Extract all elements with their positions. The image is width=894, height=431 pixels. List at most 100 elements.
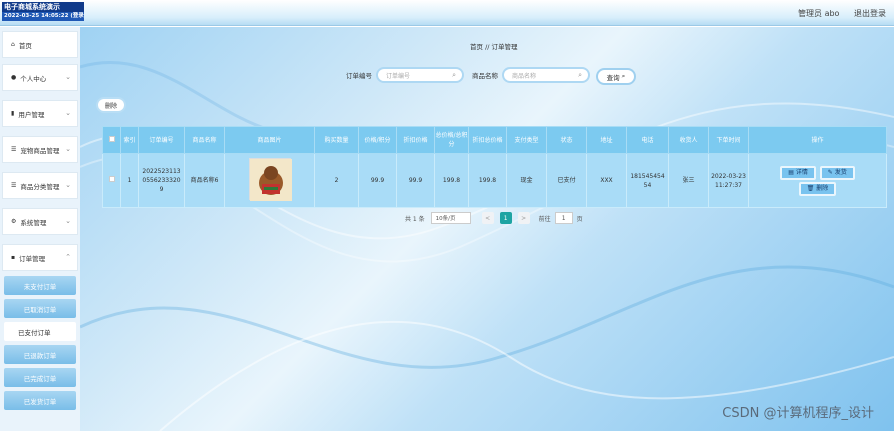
sidebar-item-profile[interactable]: ● 个人中心 ⌄: [2, 64, 78, 91]
breadcrumb-separator: //: [485, 43, 490, 51]
checkbox[interactable]: [108, 135, 115, 142]
cell-pay-type: 现金: [506, 153, 547, 208]
cell-goods-name: 商品名称6: [184, 153, 225, 208]
col-price: 价格/积分: [358, 126, 397, 154]
order-no-placeholder: 订单编号: [386, 72, 411, 80]
submenu-cancelled-orders[interactable]: 已取消订单: [4, 299, 76, 318]
prev-page-button[interactable]: <: [481, 212, 494, 224]
delete-label: 删除: [816, 184, 829, 192]
col-index: 索引: [120, 126, 139, 154]
cell-index: 1: [120, 153, 139, 208]
cell-goods-image: [224, 153, 315, 208]
col-order-no: 订单编号: [138, 126, 185, 154]
breadcrumb-current: 订单管理: [491, 43, 518, 51]
goods-name-search: 商品名称 商品名称 ⌕: [472, 67, 590, 83]
goto-page-input[interactable]: 1: [554, 212, 573, 224]
cell-status: 已支付: [546, 153, 587, 208]
chevron-down-icon: ⌄: [65, 73, 71, 81]
goods-image: [248, 157, 292, 201]
sidebar-item-users[interactable]: ▮ 用户管理 ⌄: [2, 100, 78, 127]
col-actions: 操作: [748, 126, 887, 154]
order-no-input[interactable]: 订单编号 ⌕: [376, 67, 464, 83]
sidebar-item-home[interactable]: ⌂ 首页: [2, 31, 78, 58]
order-icon: ▪: [11, 254, 16, 261]
query-button[interactable]: 查询 ⌕: [596, 68, 636, 85]
pagination: 共 1 条 10条/页 < 1 > 前往 1 页: [405, 212, 583, 224]
top-bar: 电子商城系统演示 2022-03-25 14:05:22 (登录) 管理员 ab…: [0, 0, 894, 26]
chevron-down-icon: ⌄: [65, 181, 71, 189]
row-checkbox-cell[interactable]: [102, 153, 121, 208]
col-goods-name: 商品名称: [184, 126, 225, 154]
page-suffix: 页: [576, 215, 583, 223]
col-status: 状态: [546, 126, 587, 154]
chevron-down-icon: ⌄: [65, 109, 71, 117]
detail-icon: ▤: [788, 168, 796, 176]
ship-label: 发货: [834, 168, 847, 176]
page-button[interactable]: 1: [499, 212, 512, 224]
col-total: 总价格/总积分: [434, 126, 469, 154]
col-address: 地址: [586, 126, 627, 154]
main-content: 首页 // 订单管理 订单编号 订单编号 ⌕ 商品名称 商品名称 ⌕ 查询 ⌕ …: [80, 27, 894, 431]
checkbox[interactable]: [108, 176, 115, 182]
cell-total: 199.8: [434, 153, 469, 208]
sidebar-item-label: 首页: [18, 41, 32, 50]
cell-receiver: 张三: [668, 153, 709, 208]
sidebar-item-category[interactable]: ☰ 商品分类管理 ⌄: [2, 172, 78, 199]
col-goods-image: 商品图片: [224, 126, 315, 154]
list-icon: ☰: [11, 146, 17, 153]
app-logo: 电子商城系统演示 2022-03-25 14:05:22 (登录): [2, 2, 84, 24]
goto-label: 前往: [538, 215, 551, 223]
cell-phone: 18154545454: [626, 153, 669, 208]
chevron-down-icon: ⌄: [65, 217, 71, 225]
sidebar-item-label: 订单管理: [19, 254, 46, 263]
select-all-checkbox[interactable]: [102, 126, 121, 154]
goods-name-label: 商品名称: [472, 72, 498, 80]
submenu-completed-orders[interactable]: 已完成订单: [4, 368, 76, 387]
chart-icon: ▮: [11, 110, 15, 117]
edit-icon: ✎: [827, 168, 835, 176]
sidebar-item-label: 系统管理: [20, 218, 47, 227]
breadcrumb-home[interactable]: 首页: [470, 43, 483, 51]
cell-discount-total: 199.8: [468, 153, 507, 208]
submenu-shipped-orders[interactable]: 已发货订单: [4, 391, 76, 410]
sidebar-item-pet-goods[interactable]: ☰ 宠物商品管理 ⌄: [2, 136, 78, 163]
search-icon: ⌕: [621, 72, 626, 80]
logo-title: 电子商城系统演示: [2, 2, 84, 12]
submenu-paid-orders[interactable]: 已支付订单: [4, 322, 76, 341]
search-icon: ⌕: [452, 71, 456, 79]
col-time: 下单时间: [708, 126, 749, 154]
detail-button[interactable]: ▤ 详情: [780, 165, 816, 180]
ship-button[interactable]: ✎ 发货: [819, 165, 855, 180]
batch-delete-button[interactable]: 删除: [96, 97, 126, 113]
page-size-select[interactable]: 10条/页: [430, 212, 471, 224]
logo-subtitle: 2022-03-25 14:05:22 (登录): [2, 12, 84, 21]
goods-name-input[interactable]: 商品名称 ⌕: [502, 67, 590, 83]
breadcrumb: 首页 // 订单管理: [470, 41, 518, 51]
submenu-unpaid-orders[interactable]: 未支付订单: [4, 276, 76, 295]
sidebar-item-orders[interactable]: ▪ 订单管理 ⌃: [2, 244, 78, 271]
trash-icon: 🗑: [806, 184, 817, 192]
submenu-refunded-orders[interactable]: 已退款订单: [4, 345, 76, 364]
pagination-total: 共 1 条: [405, 215, 425, 223]
order-no-search: 订单编号 订单编号 ⌕: [346, 67, 464, 83]
cell-price: 99.9: [358, 153, 397, 208]
col-discount: 折扣价格: [396, 126, 435, 154]
cell-actions: ▤ 详情 ✎ 发货 🗑 删除: [748, 153, 887, 208]
col-qty: 购买数量: [314, 126, 359, 154]
cell-discount: 99.9: [396, 153, 435, 208]
next-page-button[interactable]: >: [517, 212, 530, 224]
col-phone: 电话: [626, 126, 669, 154]
sidebar-item-label: 宠物商品管理: [20, 146, 60, 155]
query-label: 查询: [606, 73, 620, 82]
sidebar-item-system[interactable]: ⚙ 系统管理 ⌄: [2, 208, 78, 235]
goods-name-placeholder: 商品名称: [512, 72, 537, 80]
admin-label: 管理员 abo: [798, 9, 840, 18]
col-discount-total: 折扣总价格: [468, 126, 507, 154]
delete-button[interactable]: 🗑 删除: [798, 181, 837, 196]
user-area: 管理员 abo 退出登录: [786, 8, 886, 19]
sidebar-item-label: 商品分类管理: [20, 182, 60, 191]
cell-qty: 2: [314, 153, 359, 208]
page-size-value: 10条/页: [435, 216, 456, 222]
cell-address: XXX: [586, 153, 627, 208]
logout-link[interactable]: 退出登录: [854, 9, 886, 18]
